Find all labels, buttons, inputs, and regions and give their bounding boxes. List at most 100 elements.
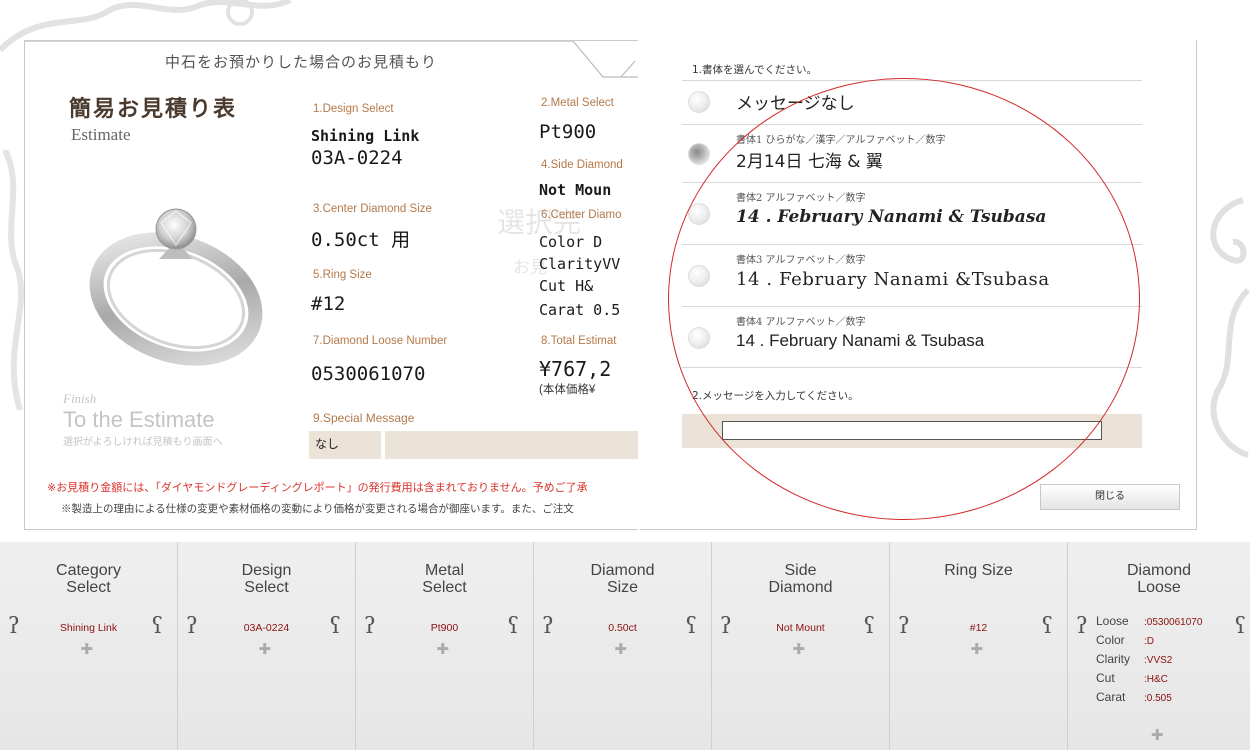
total-estimate-note: (本体価格¥ xyxy=(539,384,596,396)
center-diamond-carat: Carat 0.5 xyxy=(539,301,621,319)
design-select-value-code: 03A-0224 xyxy=(311,147,403,169)
special-message-box xyxy=(385,431,638,459)
font-option-text: 2月14日 七海 & 翼 xyxy=(736,152,883,172)
column-title-line-1: Side xyxy=(784,562,817,579)
ring-image xyxy=(89,208,263,366)
loose-key: Loose xyxy=(1096,614,1129,628)
loose-row: Loose :0530061070 xyxy=(1096,614,1202,633)
column-title: Design Select xyxy=(178,562,355,596)
plus-icon[interactable]: ✚ xyxy=(615,640,628,658)
column-design-select[interactable]: Design Select ʔ ʕ 03A-0224 ✚ xyxy=(178,542,356,750)
column-title: Diamond Size xyxy=(534,562,711,596)
column-metal-select[interactable]: Metal Select ʔ ʕ Pt900 ✚ xyxy=(356,542,534,750)
estimate-title-jp: 簡易お見積り表 xyxy=(69,96,238,122)
column-title: Category Select xyxy=(0,562,177,596)
column-title-line-2: Select xyxy=(66,579,111,596)
estimate-tab-title: 中石をお預かりした場合のお見積もり xyxy=(165,53,438,71)
plus-icon[interactable]: ✚ xyxy=(1151,726,1164,744)
radio-button[interactable] xyxy=(688,203,710,225)
estimate-title-en: Estimate xyxy=(71,125,131,144)
metal-select-value: Pt900 xyxy=(539,121,597,143)
plus-icon[interactable]: ✚ xyxy=(437,640,450,658)
special-message-label: 9.Special Message xyxy=(313,411,415,425)
plus-icon[interactable]: ✚ xyxy=(259,640,272,658)
loose-value: :0530061070 xyxy=(1144,617,1203,628)
font-option-3[interactable]: 書体3 アルファベット／数字 14 . February Nanami &Tsu… xyxy=(682,244,1142,306)
center-diamond-clarity: ClarityVV xyxy=(539,255,621,273)
font-option-label: 書体2 アルファベット／数字 xyxy=(736,193,866,204)
column-title-line-1: Ring Size xyxy=(944,562,1013,579)
message-input[interactable] xyxy=(722,421,1102,440)
diamond-loose-number-label: 7.Diamond Loose Number xyxy=(313,335,448,347)
design-select-value-category: Shining Link xyxy=(311,127,420,145)
column-diamond-loose[interactable]: Diamond Loose ʔ ʕ Loose:0530061070 Color… xyxy=(1068,542,1250,750)
clarity-value: :VVS2 xyxy=(1144,655,1173,666)
column-title: Side Diamond xyxy=(712,562,889,596)
cut-key: Cut xyxy=(1096,671,1115,685)
font-option-text: 14 . February Nanami & Tsubasa xyxy=(736,331,985,350)
column-title-line-2: Size xyxy=(606,579,639,596)
special-message-value: なし xyxy=(309,431,381,459)
column-title-line-2: Loose xyxy=(1137,579,1181,596)
side-diamond-label: 4.Side Diamond xyxy=(541,159,623,171)
font-option-label: 書体1 ひらがな／漢字／アルファベット／数字 xyxy=(736,135,946,146)
column-title-line-2: Select xyxy=(244,579,289,596)
column-diamond-size[interactable]: Diamond Size ʔ ʕ 0.50ct ✚ xyxy=(534,542,712,750)
column-value: 03A-0224 xyxy=(243,622,290,634)
cut-value: :H&C xyxy=(1144,674,1168,685)
font-option-1[interactable]: 書体1 ひらがな／漢字／アルファベット／数字 2月14日 七海 & 翼 xyxy=(682,124,1142,182)
column-title-line-1: Diamond xyxy=(1126,562,1192,579)
radio-button-selected[interactable] xyxy=(688,143,710,165)
finish-small-label: Finish xyxy=(63,391,97,406)
column-ring-size[interactable]: Ring Size ʔ ʕ #12 ✚ xyxy=(890,542,1068,750)
font-option-text: メッセージなし xyxy=(736,94,855,114)
font-option-none[interactable]: メッセージなし xyxy=(682,80,1142,124)
color-value: :D xyxy=(1144,636,1154,647)
column-value: Not Mount xyxy=(776,622,825,634)
clarity-key: Clarity xyxy=(1096,652,1131,666)
design-select-label: 1.Design Select xyxy=(313,103,394,115)
question-1-label: 1.書体を選んでください。 xyxy=(692,64,817,76)
script-selection-panel: 1.書体を選んでください。 メッセージなし 書体1 ひらがな／漢字／アルファベッ… xyxy=(640,40,1197,530)
close-button[interactable]: 閉じる xyxy=(1040,484,1180,510)
column-value: 0.50ct xyxy=(608,622,637,634)
column-side-diamond[interactable]: Side Diamond ʔ ʕ Not Mount ✚ xyxy=(712,542,890,750)
column-value: Pt900 xyxy=(430,622,459,634)
font-option-label: 書体3 アルファベット／数字 xyxy=(736,255,866,266)
column-title-line-2: Diamond xyxy=(768,579,833,596)
radio-button[interactable] xyxy=(688,265,710,287)
finish-estimate-link[interactable]: Finish To the Estimate 選択がよろしければ見積もり画面へ xyxy=(63,391,223,448)
left-scroll-arrow-icon[interactable]: ʔ xyxy=(1076,614,1088,639)
right-scroll-arrow-icon[interactable]: ʕ xyxy=(1234,614,1246,639)
font-option-text: 14 . February Nanami & Tsubasa xyxy=(736,207,1047,227)
message-input-strip xyxy=(682,414,1142,448)
question-2-label: 2.メッセージを入力してください。 xyxy=(692,390,859,402)
radio-button[interactable] xyxy=(688,91,710,113)
total-estimate-value: ¥767,2 xyxy=(539,357,612,381)
column-title: Metal Select xyxy=(356,562,533,596)
column-category-select[interactable]: Category Select ʔ ʕ Shining Link ✚ xyxy=(0,542,178,750)
center-diamond-cut: Cut H& xyxy=(539,277,594,295)
column-value: Shining Link xyxy=(59,622,118,634)
side-diamond-value: Not Moun xyxy=(539,181,612,199)
column-title-line-1: Design xyxy=(241,562,292,579)
total-estimate-label: 8.Total Estimat xyxy=(541,335,617,347)
column-title-line-1: Diamond xyxy=(590,562,655,579)
column-title-line-1: Metal xyxy=(424,562,465,579)
loose-details: Loose:0530061070 Color:D Clarity:VVS2 Cu… xyxy=(1096,614,1202,709)
font-option-2[interactable]: 書体2 アルファベット／数字 14 . February Nanami & Ts… xyxy=(682,182,1142,244)
plus-icon[interactable]: ✚ xyxy=(793,640,806,658)
column-title-line-2: Select xyxy=(422,579,467,596)
center-diamond-size-value: 0.50ct 用 xyxy=(311,229,411,251)
selection-bar: Category Select ʔ ʕ Shining Link ✚ Desig… xyxy=(0,542,1250,750)
carat-value: :0.505 xyxy=(1144,693,1172,704)
radio-button[interactable] xyxy=(688,327,710,349)
ring-size-label: 5.Ring Size xyxy=(313,269,372,281)
plus-icon[interactable]: ✚ xyxy=(81,640,94,658)
font-option-label: 書体4 アルファベット／数字 xyxy=(736,317,866,328)
center-diamond-size-label: 3.Center Diamond Size xyxy=(313,203,432,215)
note-text: ※製造上の理由による仕様の変更や素材価格の変動により価格が変更される場合が御座い… xyxy=(61,503,574,515)
font-option-text: 14 . February Nanami &Tsubasa xyxy=(736,269,1050,290)
plus-icon[interactable]: ✚ xyxy=(971,640,984,658)
font-option-4[interactable]: 書体4 アルファベット／数字 14 . February Nanami & Ts… xyxy=(682,306,1142,368)
